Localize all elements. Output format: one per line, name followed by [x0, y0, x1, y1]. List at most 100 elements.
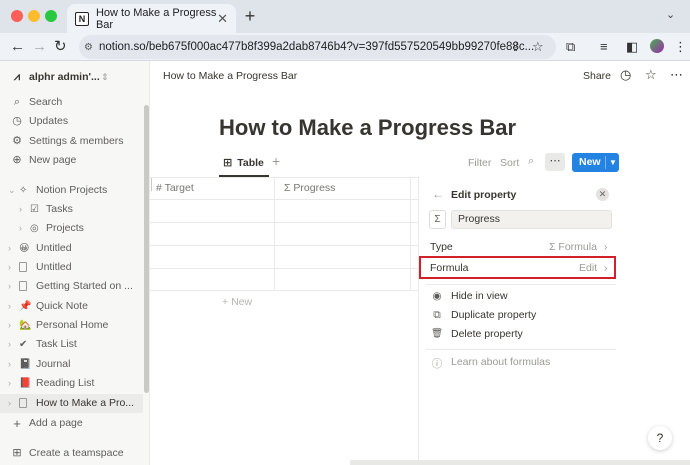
- workspace-switcher[interactable]: ⩘ alphr admin'... ⇕: [0, 68, 150, 87]
- sidebar-page-task-list[interactable]: › ✔ Task List: [0, 335, 150, 354]
- new-button[interactable]: New ▼: [572, 153, 619, 172]
- add-view-button[interactable]: +: [272, 153, 280, 169]
- chevron-right-icon[interactable]: ›: [8, 355, 11, 374]
- back-arrow-icon[interactable]: ←: [432, 187, 444, 201]
- sidebar-page-label: How to Make a Pro...: [36, 397, 135, 409]
- sidebar-page-reading-list[interactable]: › 📕 Reading List: [0, 374, 150, 393]
- new-tab-button[interactable]: +: [240, 7, 260, 27]
- sidebar-item-label: New page: [29, 154, 77, 166]
- sidebar-page-personal-home[interactable]: › 🏡 Personal Home: [0, 316, 150, 335]
- chevron-right-icon[interactable]: ›: [19, 200, 22, 219]
- chevron-right-icon[interactable]: ›: [8, 374, 11, 393]
- sidebar-item-new-page[interactable]: ⊕ New page: [0, 151, 150, 170]
- extensions-icon[interactable]: ⧉: [566, 39, 575, 55]
- view-more-button[interactable]: ⋯: [545, 153, 565, 171]
- share-button[interactable]: Share: [583, 70, 611, 82]
- table-row[interactable]: [150, 290, 418, 291]
- column-header-target[interactable]: # Target: [156, 178, 194, 199]
- tab-search-chevron-icon[interactable]: ⌄: [666, 8, 675, 21]
- sidebar-page-label: Personal Home: [36, 319, 109, 331]
- chevron-down-icon[interactable]: ⌄: [8, 181, 16, 200]
- clock-icon: ◷: [12, 115, 22, 127]
- chevron-right-icon[interactable]: ›: [8, 394, 11, 413]
- url-text: notion.so/beb675f000ac477b8f399a2dab8746…: [99, 41, 535, 53]
- close-window-icon[interactable]: [11, 10, 23, 22]
- row-handle[interactable]: [151, 178, 152, 191]
- forward-arrow-icon[interactable]: →: [32, 37, 47, 57]
- sidepanel-icon[interactable]: ◧: [626, 39, 638, 55]
- hide-in-view-item[interactable]: Hide in view: [451, 290, 508, 302]
- browser-tab[interactable]: N How to Make a Progress Bar ✕: [67, 4, 236, 33]
- horizontal-scrollbar[interactable]: [350, 460, 690, 465]
- help-button[interactable]: ?: [648, 426, 672, 450]
- sidebar-page-untitled-2[interactable]: › Untitled: [0, 258, 150, 277]
- close-icon[interactable]: ✕: [596, 188, 609, 201]
- chevron-right-icon[interactable]: ›: [19, 219, 22, 238]
- more-options-icon[interactable]: ⋯: [670, 67, 683, 83]
- chevron-right-icon[interactable]: ›: [8, 258, 11, 277]
- menu-kebab-icon[interactable]: ⋮: [674, 39, 687, 55]
- address-bar[interactable]: notion.so/beb675f000ac477b8f399a2dab8746…: [79, 35, 556, 59]
- profile-avatar[interactable]: [650, 39, 664, 53]
- breadcrumb[interactable]: How to Make a Progress Bar: [163, 70, 297, 82]
- table-row[interactable]: [150, 268, 418, 269]
- chevron-right-icon[interactable]: ›: [8, 277, 11, 296]
- tab-table-view[interactable]: ⊞ Table: [223, 156, 264, 170]
- sidebar-page-journal[interactable]: › 📓 Journal: [0, 355, 150, 374]
- property-icon-picker[interactable]: Σ: [429, 210, 446, 229]
- share-page-icon[interactable]: ⇪: [510, 39, 521, 55]
- new-button-label: New: [579, 156, 601, 168]
- table-row[interactable]: [150, 222, 418, 223]
- page-title[interactable]: How to Make a Progress Bar: [219, 115, 516, 141]
- sidebar-page-tasks[interactable]: › ☑ Tasks: [0, 200, 150, 219]
- back-arrow-icon[interactable]: ←: [10, 37, 25, 57]
- column-divider: [274, 178, 275, 290]
- create-teamspace-button[interactable]: ⊞ Create a teamspace: [0, 444, 150, 463]
- search-icon[interactable]: ⌕: [528, 155, 534, 168]
- history-clock-icon[interactable]: ◷: [620, 67, 631, 83]
- sidebar-item-updates[interactable]: ◷ Updates: [0, 112, 150, 131]
- sidebar-page-label: Projects: [46, 222, 84, 234]
- favorite-star-icon[interactable]: ☆: [645, 67, 657, 83]
- house-icon: 🏡: [19, 320, 32, 331]
- eye-icon: ◉: [432, 290, 442, 302]
- type-value[interactable]: Σ Formula ›: [549, 241, 607, 253]
- site-info-icon[interactable]: ⚙: [84, 42, 93, 53]
- property-name-input[interactable]: Progress: [451, 210, 612, 229]
- media-icon[interactable]: ≡: [600, 39, 608, 55]
- sidebar-page-untitled-1[interactable]: › 😀 Untitled: [0, 239, 150, 258]
- sidebar-page-current[interactable]: › How to Make a Pro...: [0, 394, 143, 413]
- maximize-window-icon[interactable]: [45, 10, 57, 22]
- sidebar-page-getting-started[interactable]: › Getting Started on ...: [0, 277, 150, 296]
- delete-property-item[interactable]: Delete property: [451, 328, 523, 340]
- sparkle-icon: ✧: [19, 185, 28, 196]
- chevron-right-icon[interactable]: ›: [8, 297, 11, 316]
- filter-button[interactable]: Filter: [468, 157, 491, 169]
- add-page-button[interactable]: + Add a page: [0, 414, 150, 433]
- sidebar-page-projects[interactable]: › ◎ Projects: [0, 219, 150, 238]
- reload-icon[interactable]: ↻: [54, 37, 67, 57]
- sidebar-page-notion-projects[interactable]: ⌄ ✧ Notion Projects: [0, 181, 150, 200]
- chevron-right-icon[interactable]: ›: [8, 335, 11, 354]
- sidebar-page-quick-note[interactable]: › 📌 Quick Note: [0, 297, 150, 316]
- chevron-right-icon[interactable]: ›: [8, 239, 11, 258]
- browser-toolbar: ← → ↻ notion.so/beb675f000ac477b8f399a2d…: [0, 33, 690, 61]
- sort-button[interactable]: Sort: [500, 157, 519, 169]
- chevron-down-icon[interactable]: ▼: [609, 153, 617, 172]
- minimize-window-icon[interactable]: [28, 10, 40, 22]
- view-tab-label: Table: [237, 156, 264, 169]
- learn-formulas-link[interactable]: Learn about formulas: [451, 356, 550, 368]
- new-button-divider: [605, 156, 606, 169]
- sidebar-item-search[interactable]: ⌕ Search: [0, 93, 150, 112]
- bookmark-star-icon[interactable]: ☆: [532, 39, 544, 55]
- column-header-progress[interactable]: Σ Progress: [284, 178, 335, 199]
- duplicate-property-item[interactable]: Duplicate property: [451, 309, 536, 321]
- create-teamspace-label: Create a teamspace: [29, 447, 124, 459]
- table-row[interactable]: [150, 245, 418, 246]
- chevron-right-icon[interactable]: ›: [8, 316, 11, 335]
- sidebar-item-settings[interactable]: ⚙ Settings & members: [0, 132, 150, 151]
- sidebar-scrollbar[interactable]: [144, 105, 149, 393]
- new-row-button[interactable]: + New: [222, 296, 252, 308]
- formula-highlight-box: [419, 256, 616, 279]
- close-tab-icon[interactable]: ✕: [217, 11, 228, 27]
